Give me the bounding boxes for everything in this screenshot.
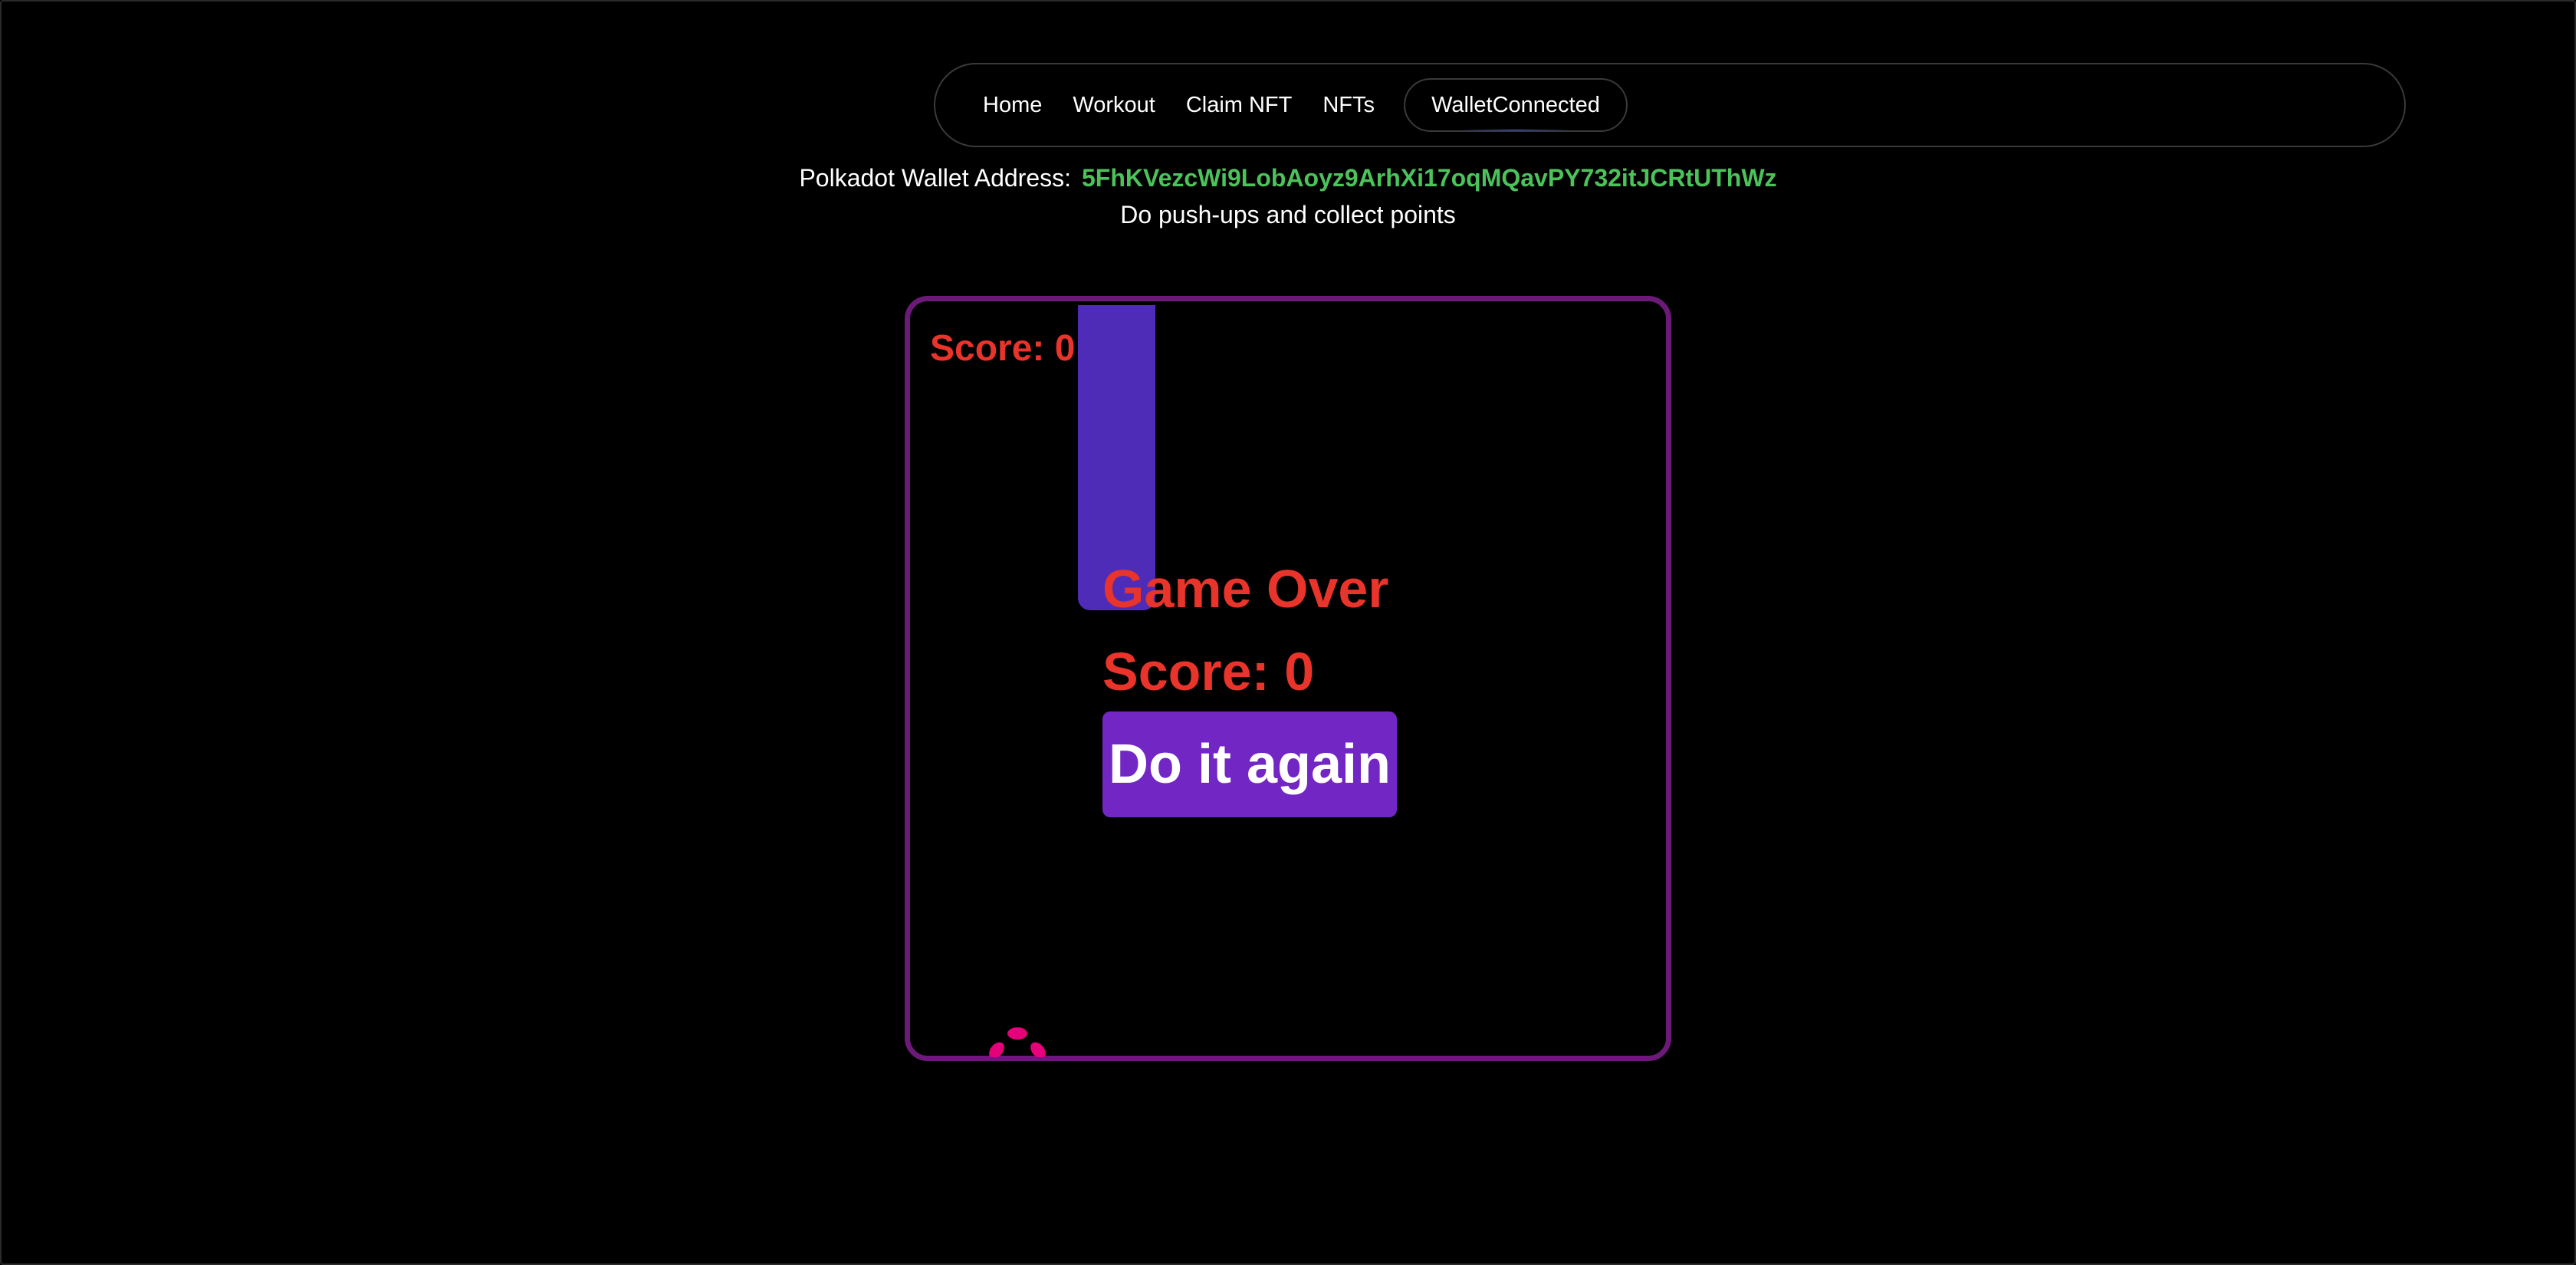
game-canvas[interactable]: Score: 0 Game Over Score: 0 Do it again xyxy=(905,296,1671,1061)
page-subtitle: Do push-ups and collect points xyxy=(1120,201,1456,228)
wallet-address-value: 5FhKVezcWi9LobAoyz9ArhXi17oqMQavPY732itJ… xyxy=(1082,164,1777,192)
wallet-button-label: WalletConnected xyxy=(1431,92,1600,117)
game-over-title: Game Over xyxy=(1102,559,1389,619)
nav-home[interactable]: Home xyxy=(983,93,1042,118)
final-score: Score: 0 xyxy=(1102,642,1315,702)
do-it-again-button[interactable]: Do it again xyxy=(1102,711,1397,817)
wallet-address-row: Polkadot Wallet Address: 5FhKVezcWi9LobAo… xyxy=(0,164,2576,192)
wallet-connected-button[interactable]: WalletConnected xyxy=(1404,78,1628,132)
wallet-button-glow xyxy=(1459,130,1572,131)
nav-workout[interactable]: Workout xyxy=(1073,93,1155,118)
polkadot-logo-icon xyxy=(989,1027,1046,1057)
score-counter: Score: 0 xyxy=(930,328,1076,369)
nav-claim-nft[interactable]: Claim NFT xyxy=(1186,93,1293,118)
nav-nfts[interactable]: NFTs xyxy=(1322,93,1375,118)
wallet-address-label: Polkadot Wallet Address: xyxy=(799,164,1071,192)
top-navbar: Home Workout Claim NFT NFTs WalletConnec… xyxy=(934,63,2406,147)
